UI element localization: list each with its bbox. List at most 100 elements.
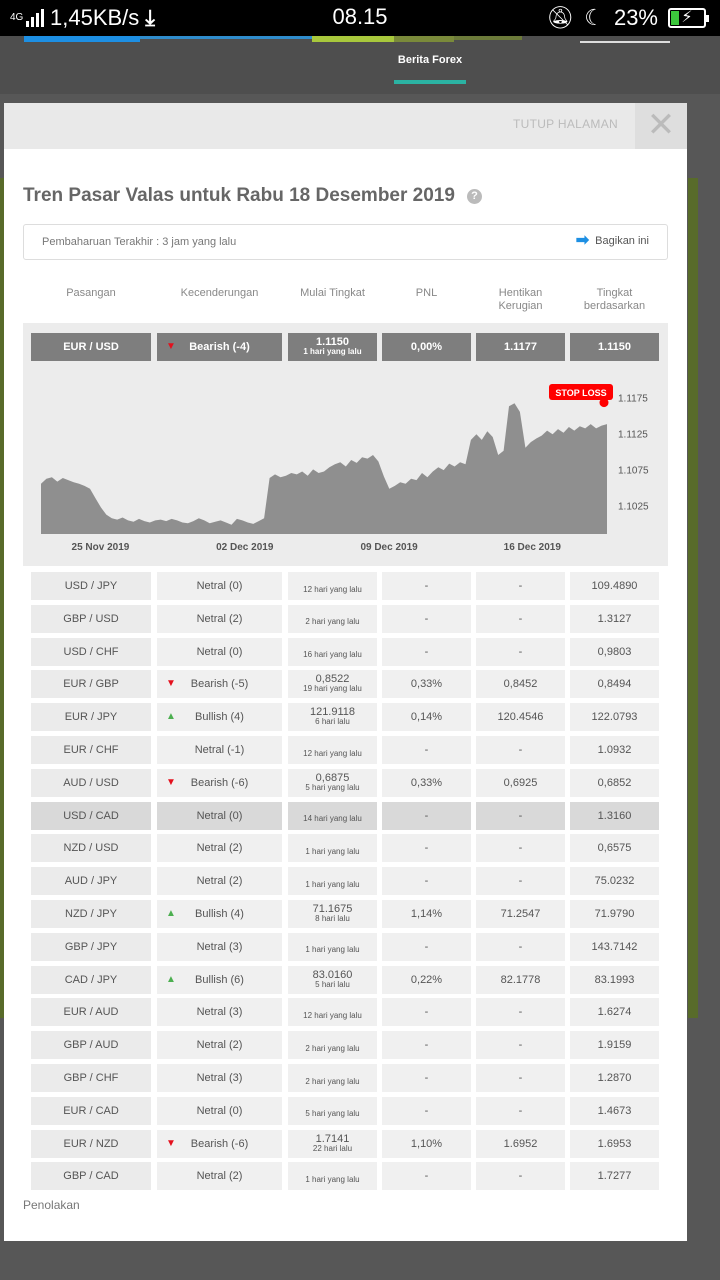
rate-cell: 143.7142 [570, 932, 659, 961]
pnl-cell: - [382, 867, 471, 896]
start-rate-cell: 16 hari yang lalu [288, 637, 377, 666]
stop-loss-cell: - [476, 932, 565, 961]
pnl-cell: - [382, 1096, 471, 1125]
column-header-stop-loss-l1: Hentikan [498, 287, 543, 299]
tab-underline [394, 80, 466, 84]
disclaimer-link[interactable]: Penolakan [23, 1198, 80, 1212]
trend-label: Netral (2) [196, 1039, 243, 1052]
start-rate-time: 2 hari yang lalu [305, 1076, 360, 1086]
trend-label: Bearish (-4) [189, 341, 250, 353]
share-button[interactable]: ➡ Bagikan ini [576, 233, 649, 249]
price-area [41, 403, 607, 534]
pair-cell: EUR / USD [31, 333, 151, 361]
stop-loss-cell: - [476, 604, 565, 633]
trend-cell: ▼ Bearish (-5) [157, 670, 282, 699]
column-header-start: Mulai Tingkat [300, 287, 365, 299]
trend-label: Bearish (-6) [190, 776, 249, 789]
y-tick-label: 1.1075 [618, 465, 649, 476]
rate-cell: 1.0932 [570, 736, 659, 764]
pair-cell: USD / CAD [31, 801, 151, 830]
pnl-cell: - [382, 834, 471, 863]
close-icon[interactable]: ✕ [635, 103, 687, 149]
trend-cell: ▲ Bullish (4) [157, 703, 282, 732]
start-rate-time: 6 hari lalu [315, 717, 350, 727]
stop-loss-cell: - [476, 1162, 565, 1191]
rate-cell: 0,9803 [570, 637, 659, 666]
trend-down-icon: ▼ [166, 678, 176, 690]
x-tick-label: 25 Nov 2019 [72, 542, 130, 553]
start-rate-value: 121.9118 [309, 706, 356, 719]
battery-icon: ⚡︎ [668, 8, 709, 28]
trend-label: Netral (0) [196, 1104, 243, 1117]
start-rate-cell: 2 hari yang lalu [288, 1031, 377, 1060]
stop-loss-cell: - [476, 867, 565, 896]
rate-cell: 1.6953 [570, 1129, 659, 1158]
modal-header: TUTUP HALAMAN ✕ [4, 103, 687, 149]
pnl-cell: 1,10% [382, 1129, 471, 1158]
stop-loss-cell: 82.1778 [476, 965, 565, 994]
start-rate-time: 5 hari lalu [315, 979, 350, 989]
column-header-rate-l2: berdasarkan [583, 300, 646, 312]
trend-cell: Netral (2) [157, 834, 282, 863]
start-rate-value: 0,8522 [315, 673, 350, 686]
trend-cell: ▼ Bearish (-6) [157, 768, 282, 797]
rate-cell: 1.4673 [570, 1096, 659, 1125]
start-rate-cell: 1.1150 1 hari yang lalu [288, 333, 377, 361]
trend-cell: Netral (2) [157, 867, 282, 896]
trend-cell: Netral (2) [157, 604, 282, 633]
pnl-cell: - [382, 1064, 471, 1092]
start-rate-value: 0,6875 [315, 771, 350, 784]
background-strip [394, 36, 454, 42]
start-rate-cell: 83.0160 5 hari lalu [288, 965, 377, 994]
trend-cell: Netral (3) [157, 1064, 282, 1092]
start-rate-time: 14 hari yang lalu [303, 814, 362, 824]
start-rate-cell: 12 hari yang lalu [288, 736, 377, 764]
trend-label: Bearish (-6) [190, 1137, 249, 1150]
pair-cell: AUD / USD [31, 768, 151, 797]
start-rate-cell: 121.9118 6 hari lalu [288, 703, 377, 732]
column-header-stop-loss-l2: Kerugian [498, 300, 543, 312]
x-tick-label: 16 Dec 2019 [504, 542, 562, 553]
trend-down-icon: ▼ [166, 341, 176, 352]
status-bar: 4G 1,45KB/s ⤓ 08.15 🔕︎ ☾ 23% ⚡︎ [0, 0, 720, 36]
pnl-cell: - [382, 932, 471, 961]
start-rate-cell: 12 hari yang lalu [288, 572, 377, 600]
stop-loss-cell: - [476, 572, 565, 600]
pair-cell: GBP / CAD [31, 1162, 151, 1191]
trend-label: Netral (2) [196, 612, 243, 625]
pair-cell: GBP / CHF [31, 1064, 151, 1092]
background-header [0, 36, 720, 94]
trend-cell: Netral (0) [157, 637, 282, 666]
stop-loss-cell: 1.1177 [476, 333, 565, 361]
background-panel [688, 178, 698, 1018]
pair-cell: NZD / USD [31, 834, 151, 863]
pnl-cell: 1,14% [382, 900, 471, 928]
pair-cell: GBP / USD [31, 604, 151, 633]
stop-loss-cell: - [476, 736, 565, 764]
start-rate-value: 83.0160 [312, 968, 353, 981]
help-icon[interactable]: ? [466, 188, 482, 204]
pnl-cell: 0,00% [382, 333, 471, 361]
trend-cell: Netral (-1) [157, 736, 282, 764]
stop-loss-cell: 71.2547 [476, 900, 565, 928]
forex-trend-modal: TUTUP HALAMAN ✕ Tren Pasar Valas untuk R… [4, 103, 687, 1241]
stop-loss-cell: 0,8452 [476, 670, 565, 699]
tab-berita-forex[interactable]: Berita Forex [394, 54, 466, 66]
mute-icon: 🔕︎ [546, 5, 575, 30]
rate-cell: 1.6274 [570, 998, 659, 1027]
close-page-button[interactable]: TUTUP HALAMAN [513, 117, 618, 131]
battery-percent: 23% [613, 5, 658, 30]
pnl-cell: - [382, 736, 471, 764]
trend-label: Bearish (-5) [190, 678, 249, 691]
pnl-cell: - [382, 1162, 471, 1191]
rate-cell: 1.1150 [570, 333, 659, 361]
pair-cell: EUR / CAD [31, 1096, 151, 1125]
pair-cell: AUD / JPY [31, 867, 151, 896]
column-header-rate: Tingkat berdasarkan [570, 287, 659, 313]
trend-label: Netral (3) [196, 1006, 243, 1019]
trend-label: Netral (2) [196, 1170, 243, 1183]
trend-up-icon: ▲ [166, 711, 176, 723]
pair-cell: EUR / NZD [31, 1129, 151, 1158]
start-rate-time: 1 hari yang lalu [305, 846, 360, 856]
rate-cell: 109.4890 [570, 572, 659, 600]
